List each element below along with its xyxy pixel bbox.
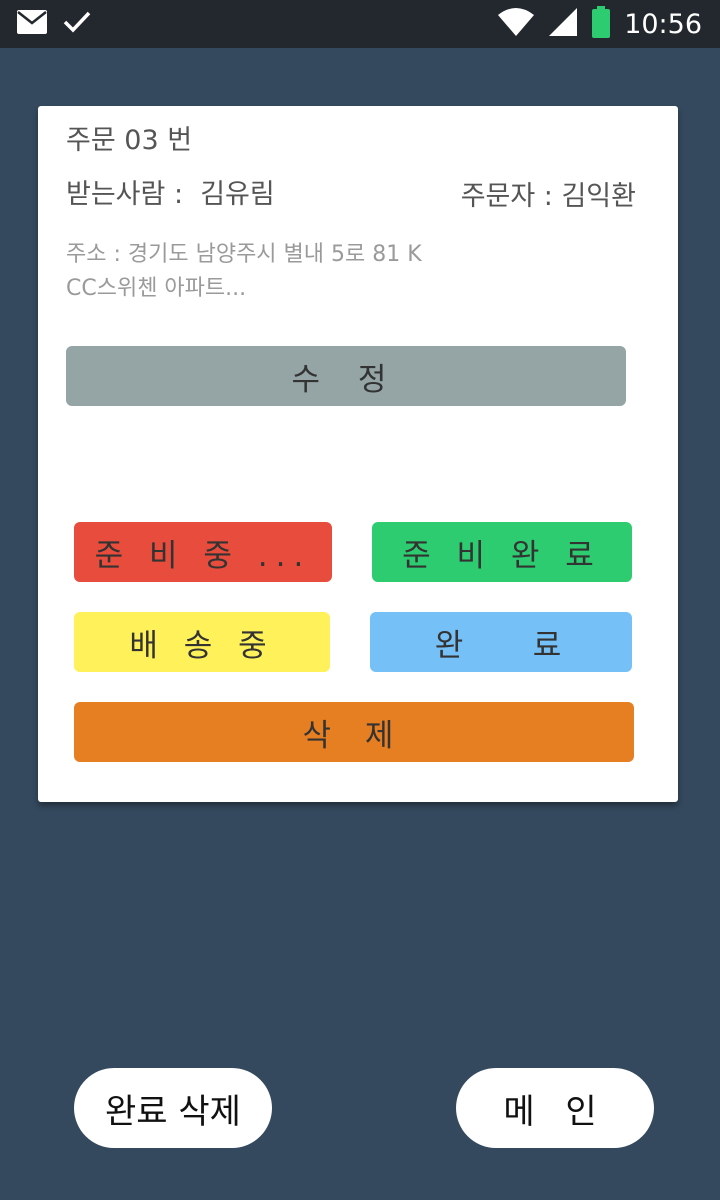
edit-button[interactable]: 수 정 — [66, 346, 626, 406]
order-number: 주문 03 번 — [66, 125, 193, 156]
battery-icon — [592, 6, 611, 42]
signal-icon — [548, 7, 578, 41]
mail-icon — [16, 9, 48, 39]
status-shipping-button[interactable]: 배 송 중 — [74, 612, 330, 672]
order-card: 주문 03 번 받는사람 : 김유림 주문자 : 김익환 주소 : 경기도 남양… — [38, 106, 678, 802]
main-button[interactable]: 메 인 — [456, 1068, 654, 1148]
status-preparing-button[interactable]: 준 비 중 ... — [74, 522, 332, 582]
status-prepared-button[interactable]: 준 비 완 료 — [372, 522, 632, 582]
status-complete-button[interactable]: 완 료 — [370, 612, 632, 672]
wifi-icon — [498, 7, 535, 41]
order-address: 주소 : 경기도 남양주시 별내 5로 81 K CC스위첸 아파트... — [66, 242, 422, 301]
clock: 10:56 — [624, 8, 702, 40]
delete-completed-button[interactable]: 완료 삭제 — [74, 1068, 272, 1148]
orderer-name: 주문자 : 김익환 — [460, 181, 636, 212]
delete-button[interactable]: 삭 제 — [74, 702, 634, 762]
receiver-name: 받는사람 : 김유림 — [66, 179, 275, 210]
check-icon — [62, 9, 92, 39]
status-bar: 10:56 — [0, 0, 720, 48]
